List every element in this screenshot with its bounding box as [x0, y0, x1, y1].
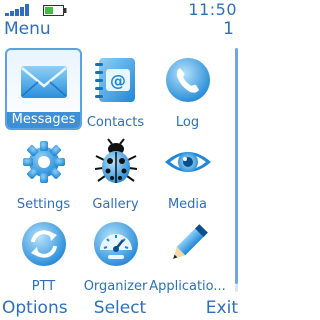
menu-item-gallery[interactable]: Gallery: [77, 130, 154, 212]
scrollbar-thumb[interactable]: [235, 48, 238, 284]
menu-item-label: Contacts: [86, 115, 145, 130]
menu-item-contacts[interactable]: @ Contacts: [77, 48, 154, 130]
menu-item-messages[interactable]: Messages: [5, 48, 82, 130]
eye-icon: [164, 152, 211, 172]
menu-item-label: Applicatio...: [149, 279, 226, 294]
menu-item-media[interactable]: Media: [149, 130, 226, 212]
envelope-icon: [20, 66, 67, 98]
menu-item-organizer[interactable]: Organizer: [77, 212, 154, 294]
menu-item-applications[interactable]: Applicatio...: [149, 212, 226, 294]
softkey-bar: Options Select Exit: [0, 298, 240, 320]
signal-strength-icon: [5, 4, 29, 16]
scrollbar[interactable]: [235, 48, 238, 292]
menu-item-settings[interactable]: Settings: [5, 130, 82, 212]
sync-arrows-icon: [21, 222, 66, 266]
clock: 11:50: [188, 0, 237, 19]
svg-text:@: @: [110, 71, 126, 90]
menu-item-label: Organizer: [83, 279, 148, 294]
ladybug-icon: [94, 138, 137, 183]
menu-item-label: Log: [175, 115, 200, 130]
menu-item-label: Settings: [16, 197, 71, 212]
menu-item-ptt[interactable]: PTT: [5, 212, 82, 294]
status-bar: 11:50 Menu 1: [0, 0, 240, 44]
exit-softkey[interactable]: Exit: [206, 298, 238, 318]
battery-icon: [43, 5, 67, 16]
menu-item-label: Gallery: [92, 197, 139, 212]
phone-handset-icon: [165, 58, 210, 102]
phone-screen: 11:50 Menu 1 Messages @ Contacts Log Set…: [0, 0, 240, 320]
menu-item-log[interactable]: Log: [149, 48, 226, 130]
gear-icon: [22, 141, 65, 183]
pencil-icon: [172, 224, 208, 259]
page-number: 1: [223, 19, 234, 39]
menu-item-label: Messages: [7, 112, 80, 128]
select-softkey[interactable]: Select: [94, 298, 146, 318]
options-softkey[interactable]: Options: [2, 298, 68, 318]
menu-grid: Messages @ Contacts Log Settings Gallery…: [0, 48, 232, 294]
menu-item-label: PTT: [31, 279, 56, 294]
address-book-icon: @: [94, 58, 135, 102]
page-title: Menu: [4, 19, 51, 39]
gauge-icon: [93, 222, 138, 266]
menu-item-label: Media: [167, 197, 208, 212]
